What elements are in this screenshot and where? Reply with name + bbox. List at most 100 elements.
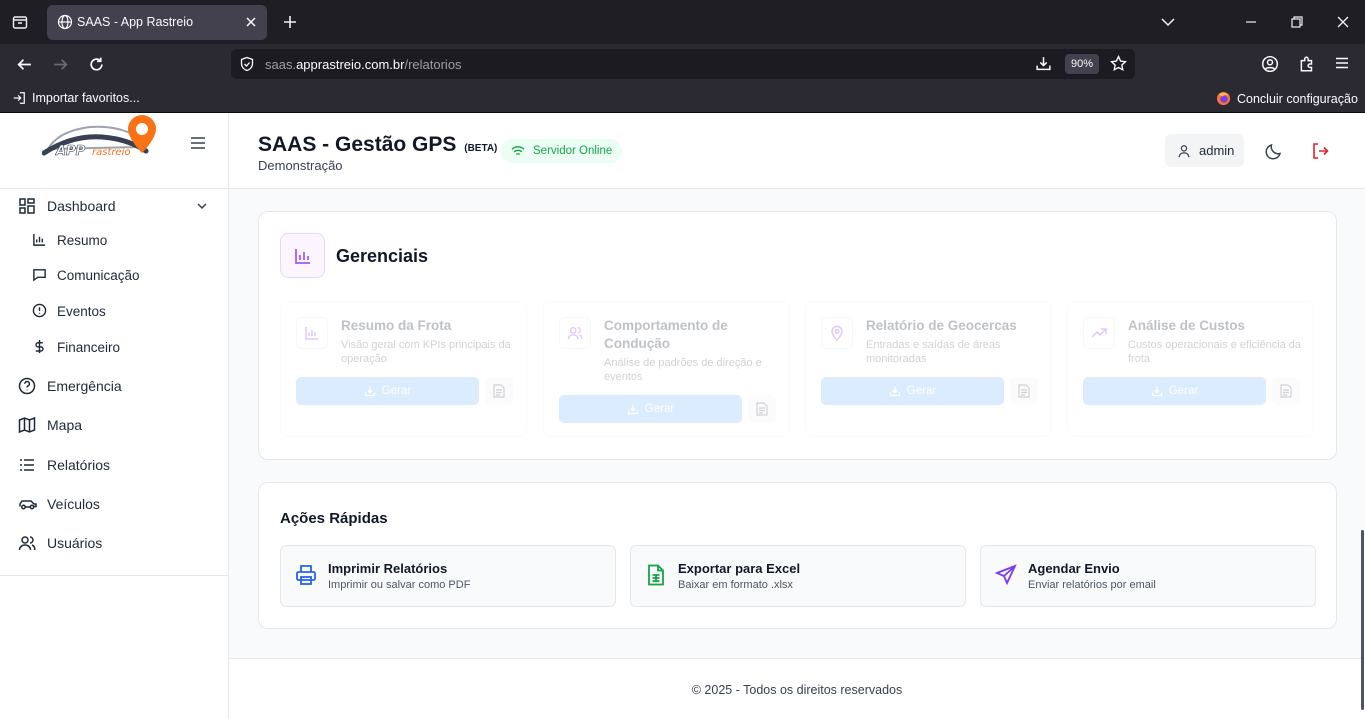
sidebar-item-label: Resumo <box>57 233 108 248</box>
users-icon <box>559 317 591 349</box>
app-logo[interactable]: APP rastreio <box>42 113 160 161</box>
generate-button[interactable]: Gerar <box>559 395 742 423</box>
sidebar-item-mapa[interactable]: Mapa <box>0 408 228 442</box>
sidebar-item-label: Eventos <box>57 304 106 319</box>
map-icon <box>18 416 36 434</box>
logout-icon[interactable] <box>1311 142 1329 160</box>
back-arrow-icon[interactable] <box>16 56 33 73</box>
address-bar[interactable]: saas.apprastreio.com.br/relatorios 90% <box>231 49 1135 79</box>
scrollbar[interactable] <box>1361 530 1364 710</box>
action-description: Imprimir ou salvar como PDF <box>328 579 471 591</box>
schedule-send-button[interactable]: Agendar Envio Enviar relatórios por emai… <box>980 545 1316 607</box>
close-window-icon[interactable] <box>1335 14 1351 30</box>
sidebar-item-relatorios[interactable]: Relatórios <box>0 448 228 482</box>
hamburger-menu-icon[interactable] <box>1334 55 1350 71</box>
server-status-badge: Servidor Online <box>501 139 623 163</box>
generate-button[interactable]: Gerar <box>296 377 479 405</box>
dashboard-grid-icon <box>18 197 36 215</box>
sidebar: APP rastreio Dashboard Resumo Comunicaçã… <box>0 113 229 719</box>
bar-chart-icon <box>296 317 328 349</box>
chevron-down-icon[interactable] <box>196 200 208 212</box>
message-icon <box>32 267 47 282</box>
file-icon <box>1280 384 1292 398</box>
forward-arrow-icon[interactable] <box>52 56 69 73</box>
new-tab-icon[interactable] <box>282 14 298 30</box>
pdf-button[interactable] <box>1010 377 1038 405</box>
restore-icon[interactable] <box>1289 14 1305 30</box>
report-name: Resumo da Frota <box>341 318 452 333</box>
reports-section: Gerenciais Resumo da Frota Visão geral c… <box>258 211 1337 460</box>
sidebar-item-eventos[interactable]: Eventos <box>0 295 228 329</box>
action-name: Agendar Envio <box>1028 561 1120 576</box>
sidebar-item-emergencia[interactable]: Emergência <box>0 369 228 403</box>
bar-chart-icon <box>32 232 47 247</box>
trending-up-icon <box>1083 317 1115 349</box>
globe-icon <box>57 14 73 30</box>
page-subtitle: Demonstração <box>258 158 343 173</box>
sidebar-item-label: Financeiro <box>57 340 121 355</box>
download-icon <box>1151 386 1162 397</box>
extensions-icon[interactable] <box>1298 55 1316 73</box>
sidebar-divider <box>0 575 228 576</box>
users-icon <box>18 534 36 552</box>
sidebar-item-resumo[interactable]: Resumo <box>0 224 228 258</box>
svg-text:APP: APP <box>55 144 86 159</box>
shield-icon[interactable] <box>239 56 255 72</box>
reload-icon[interactable] <box>88 56 105 73</box>
browser-tab-active[interactable]: SAAS - App Rastreio <box>47 5 267 40</box>
import-bookmarks-link[interactable]: Importar favoritos... <box>12 91 140 105</box>
sidebar-item-comunicacao[interactable]: Comunicação <box>0 259 228 293</box>
send-icon <box>995 564 1017 586</box>
report-card: Relatório de Geocercas Entradas e saídas… <box>805 301 1052 437</box>
report-description: Análise de padrões de direção e eventos <box>604 357 762 383</box>
report-name: Análise de Custos <box>1128 318 1246 333</box>
export-excel-button[interactable]: Exportar para Excel Baixar em formato .x… <box>630 545 966 607</box>
action-name: Imprimir Relatórios <box>328 561 448 576</box>
sidebar-item-financeiro[interactable]: Financeiro <box>0 331 228 365</box>
sidebar-item-dashboard[interactable]: Dashboard <box>0 189 228 223</box>
menu-toggle-icon[interactable] <box>189 135 207 151</box>
help-circle-icon <box>18 377 36 395</box>
report-name: Relatório de Geocercas <box>866 318 1017 333</box>
firefox-icon <box>1216 91 1231 106</box>
sidebar-item-veiculos[interactable]: Veículos <box>0 487 228 521</box>
print-reports-button[interactable]: Imprimir Relatórios Imprimir ou salvar c… <box>280 545 616 607</box>
action-description: Enviar relatórios por email <box>1028 579 1156 591</box>
beta-badge: (BETA) <box>464 143 498 154</box>
page-footer: © 2025 - Todos os direitos reservados <box>229 658 1365 719</box>
download-icon[interactable] <box>1035 55 1052 72</box>
user-icon <box>1177 144 1191 158</box>
map-pin-icon <box>821 317 853 349</box>
generate-button[interactable]: Gerar <box>821 377 1004 405</box>
pdf-button[interactable] <box>748 395 776 423</box>
url-text[interactable]: saas.apprastreio.com.br/relatorios <box>265 57 462 72</box>
footer-text: © 2025 - Todos os direitos reservados <box>691 683 903 697</box>
alert-circle-icon <box>32 303 47 318</box>
sidebar-item-label: Emergência <box>47 378 122 394</box>
moon-icon[interactable] <box>1265 142 1283 160</box>
pdf-button[interactable] <box>485 377 513 405</box>
file-icon <box>1018 384 1030 398</box>
app-header: SAAS - Gestão GPS (BETA) Demonstração Se… <box>229 113 1365 189</box>
finish-setup-link[interactable]: Concluir configuração <box>1216 91 1358 106</box>
sidebar-item-label: Usuários <box>47 535 103 551</box>
spreadsheet-icon <box>645 564 667 586</box>
close-tab-icon[interactable] <box>243 14 259 30</box>
action-description: Baixar em formato .xlsx <box>678 579 793 591</box>
zoom-level[interactable]: 90% <box>1065 54 1099 74</box>
report-card: Análise de Custos Custos operacionais e … <box>1067 301 1314 437</box>
tab-list-icon[interactable] <box>12 14 28 30</box>
logo-area: APP rastreio <box>0 113 228 189</box>
download-icon <box>627 404 638 415</box>
generate-button[interactable]: Gerar <box>1083 377 1266 405</box>
section-title: Ações Rápidas <box>280 510 388 527</box>
pdf-button[interactable] <box>1272 377 1300 405</box>
account-icon[interactable] <box>1261 55 1279 73</box>
sidebar-item-usuarios[interactable]: Usuários <box>0 526 228 560</box>
chevron-down-icon[interactable] <box>1160 14 1176 30</box>
sidebar-item-label: Mapa <box>47 417 83 433</box>
star-icon[interactable] <box>1110 55 1127 72</box>
minimize-icon[interactable] <box>1243 14 1259 30</box>
user-menu-button[interactable]: admin <box>1165 134 1244 167</box>
download-icon <box>364 386 375 397</box>
